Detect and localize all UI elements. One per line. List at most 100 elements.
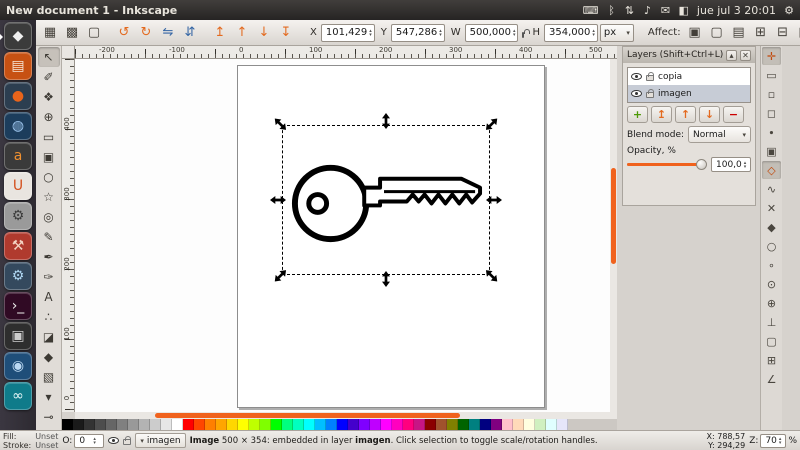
palette-swatch[interactable] — [238, 419, 249, 430]
selection-handle-s[interactable] — [382, 271, 390, 287]
palette-swatch[interactable] — [271, 419, 282, 430]
vertical-scrollbar-thumb[interactable] — [611, 168, 616, 264]
gradient-tool[interactable]: ▧ — [38, 367, 60, 387]
zoom-field[interactable]: 70▴▾ — [760, 434, 786, 448]
layer-lock-icon[interactable] — [646, 75, 654, 81]
layers-panel-header[interactable]: Layers (Shift+Ctrl+L) ▴ ✕ — [623, 47, 755, 63]
palette-swatch[interactable] — [260, 419, 271, 430]
move-patterns-icon[interactable]: ▨ — [795, 23, 800, 43]
launcher-app-dark[interactable]: ▣ — [4, 322, 32, 350]
palette-swatch[interactable] — [491, 419, 502, 430]
snap-smooth-node-button[interactable]: ○ — [762, 237, 781, 255]
sound-icon[interactable]: ♪ — [643, 4, 653, 17]
palette-swatch[interactable] — [524, 419, 535, 430]
launcher-files[interactable]: ▤ — [4, 52, 32, 80]
collapse-icon[interactable]: ▴ — [726, 50, 737, 61]
raise-layer-button[interactable]: ↑ — [675, 106, 696, 123]
snap-toggle-button[interactable]: ✛ — [762, 47, 781, 65]
snap-cusp-node-button[interactable]: ◆ — [762, 218, 781, 236]
new-layer-button[interactable]: + — [627, 106, 648, 123]
selection-handle-n[interactable] — [382, 113, 390, 129]
spinner[interactable]: ▴▾ — [93, 437, 96, 445]
layer-visibility-toggle-icon[interactable] — [108, 437, 119, 444]
select-all-icon[interactable]: ▦ — [40, 23, 60, 43]
palette-swatch[interactable] — [425, 419, 436, 430]
text-tool[interactable]: A — [38, 287, 60, 307]
snap-grid-button[interactable]: ⊞ — [762, 351, 781, 369]
layer-row-imagen[interactable]: imagen — [628, 85, 750, 102]
opacity-field[interactable]: 100,0▴▾ — [711, 157, 751, 172]
lower-to-bottom-icon[interactable]: ↧ — [276, 23, 296, 43]
object-opacity-field[interactable]: 0▴▾ — [74, 434, 104, 448]
palette-swatch[interactable] — [249, 419, 260, 430]
rotate-ccw-icon[interactable]: ↺ — [114, 23, 134, 43]
palette-swatch[interactable] — [381, 419, 392, 430]
connector-tool[interactable]: ⊸ — [38, 407, 60, 427]
snap-line-midpoint-button[interactable]: ∘ — [762, 256, 781, 274]
spinner[interactable]: ▴▾ — [513, 29, 516, 37]
spinner[interactable]: ▴▾ — [779, 437, 782, 445]
w-field[interactable]: 500,000▴▾ — [465, 24, 519, 42]
palette-swatch[interactable] — [546, 419, 557, 430]
layer-row-copia[interactable]: copia — [628, 68, 750, 85]
spinner[interactable]: ▴▾ — [439, 29, 442, 37]
layer-visibility-icon[interactable] — [631, 73, 642, 80]
pencil-tool[interactable]: ✎ — [38, 227, 60, 247]
ellipse-tool[interactable]: ○ — [38, 167, 60, 187]
launcher-system-settings[interactable]: ⚙ — [4, 202, 32, 230]
bluetooth-icon[interactable]: ᛒ — [607, 4, 617, 17]
palette-swatch[interactable] — [84, 419, 95, 430]
keyboard-indicator-icon[interactable]: ⌨ — [583, 4, 599, 17]
palette-swatch[interactable] — [227, 419, 238, 430]
lower-layer-button[interactable]: ↓ — [699, 106, 720, 123]
affect-corners-icon[interactable]: ▢ — [707, 23, 727, 43]
palette-swatch[interactable] — [414, 419, 425, 430]
palette-swatch[interactable] — [436, 419, 447, 430]
palette-swatch[interactable] — [293, 419, 304, 430]
affect-scale-stroke-icon[interactable]: ▣ — [685, 23, 705, 43]
snap-bbox-button[interactable]: ▭ — [762, 66, 781, 84]
palette-swatch[interactable] — [304, 419, 315, 430]
messages-icon[interactable]: ✉ — [661, 4, 671, 17]
canvas[interactable] — [75, 59, 617, 412]
spinner[interactable]: ▴▾ — [592, 29, 595, 37]
palette-swatch[interactable] — [150, 419, 161, 430]
launcher-browser[interactable]: ◍ — [4, 112, 32, 140]
palette-swatch[interactable] — [392, 419, 403, 430]
spinner[interactable]: ▴▾ — [744, 161, 747, 169]
tweak-tool[interactable]: ❖ — [38, 87, 60, 107]
snap-bbox-edge-button[interactable]: ▫ — [762, 85, 781, 103]
fill-stroke-indicator[interactable]: Fill: Unset Stroke: Unset — [3, 432, 58, 450]
rotate-cw-icon[interactable]: ↻ — [136, 23, 156, 43]
vertical-scrollbar[interactable] — [610, 59, 617, 412]
star-tool[interactable]: ☆ — [38, 187, 60, 207]
selector-tool[interactable]: ↖ — [38, 47, 60, 67]
launcher-firefox[interactable]: ● — [4, 82, 32, 110]
palette-swatch[interactable] — [106, 419, 117, 430]
palette-swatch[interactable] — [403, 419, 414, 430]
network-icon[interactable]: ⇅ — [625, 4, 635, 17]
launcher-gears[interactable]: ⚙ — [4, 262, 32, 290]
palette-swatch[interactable] — [117, 419, 128, 430]
palette-swatch[interactable] — [161, 419, 172, 430]
palette-swatch[interactable] — [447, 419, 458, 430]
launcher-tools[interactable]: ⚒ — [4, 232, 32, 260]
node-tool[interactable]: ✐ — [38, 67, 60, 87]
raise-icon[interactable]: ↑ — [232, 23, 252, 43]
y-field[interactable]: 547,286▴▾ — [391, 24, 445, 42]
bucket-fill-tool[interactable]: ◆ — [38, 347, 60, 367]
selection-handle-e[interactable] — [486, 196, 502, 204]
snap-page-border-button[interactable]: ▢ — [762, 332, 781, 350]
palette-swatch[interactable] — [480, 419, 491, 430]
launcher-terminal[interactable]: ›_ — [4, 292, 32, 320]
lower-icon[interactable]: ↓ — [254, 23, 274, 43]
launcher-amazon[interactable]: a — [4, 142, 32, 170]
palette-swatch[interactable] — [128, 419, 139, 430]
opacity-slider[interactable] — [627, 158, 707, 171]
palette-swatch[interactable] — [205, 419, 216, 430]
palette-swatch[interactable] — [337, 419, 348, 430]
pen-tool[interactable]: ✒ — [38, 247, 60, 267]
palette-swatch[interactable] — [502, 419, 513, 430]
layer-lock-icon[interactable] — [646, 92, 654, 98]
selection-handle-w[interactable] — [270, 196, 286, 204]
